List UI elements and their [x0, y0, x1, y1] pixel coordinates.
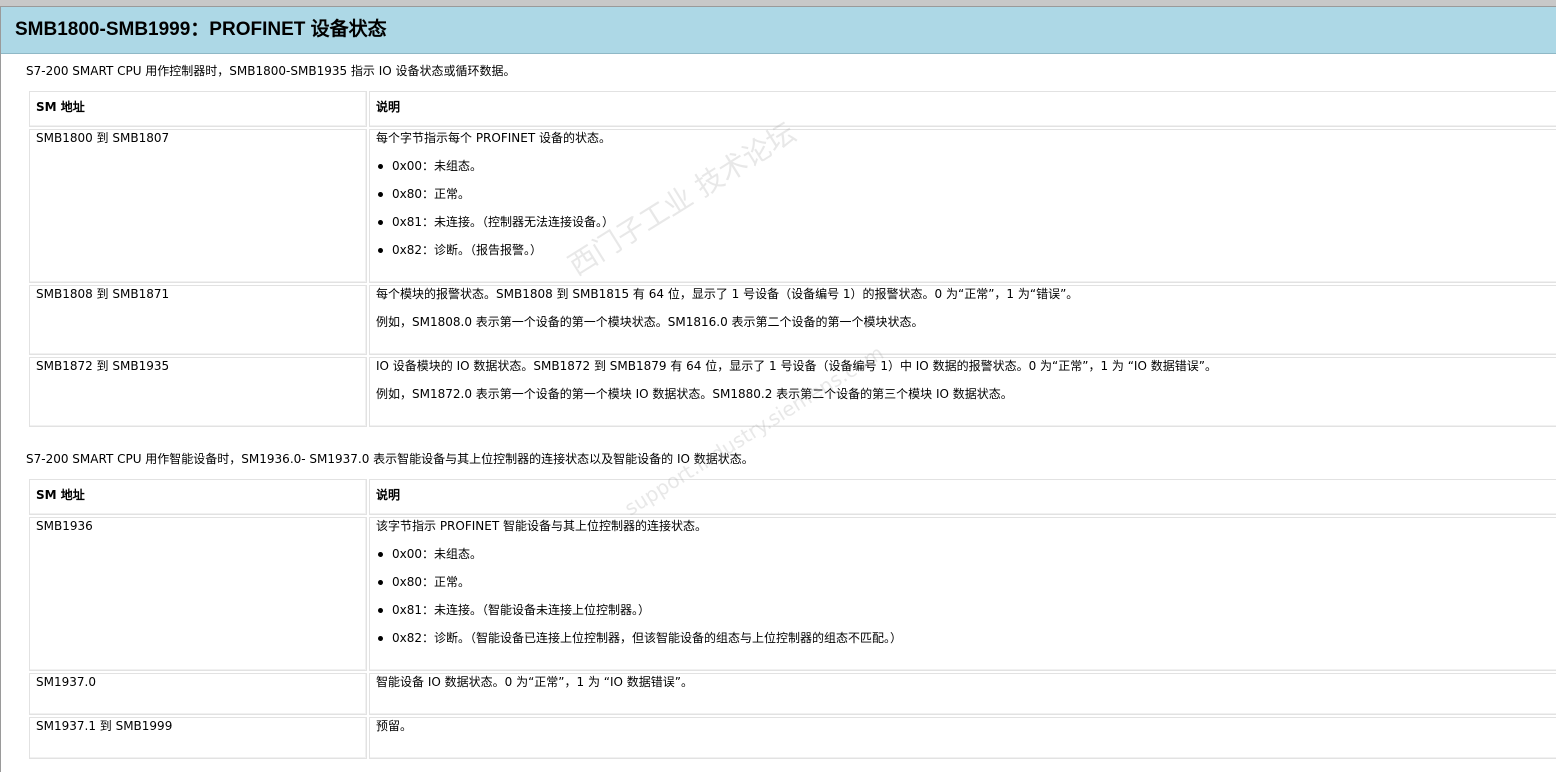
- list-item: 0x81：未连接。（控制器无法连接设备。）: [376, 214, 1556, 230]
- section2-intro: S7-200 SMART CPU 用作智能设备时，SM1936.0- SM193…: [26, 452, 754, 466]
- section1-intro: S7-200 SMART CPU 用作控制器时，SMB1800-SMB1935 …: [26, 64, 516, 78]
- description-cell: 每个字节指示每个 PROFINET 设备的状态。 0x00：未组态。 0x80：…: [369, 129, 1556, 283]
- sm-address: SMB1808 到 SMB1871: [36, 287, 170, 301]
- column-header-sm-address: SM 地址: [29, 479, 367, 515]
- sm-address: SM1937.0: [36, 675, 96, 689]
- status-list: 0x00：未组态。 0x80：正常。 0x81：未连接。（控制器无法连接设备。）…: [376, 158, 1556, 258]
- table-row: SM1937.0 智能设备 IO 数据状态。0 为“正常”，1 为 “IO 数据…: [29, 673, 1556, 715]
- sm-address-cell: SMB1936: [29, 517, 367, 671]
- sm-address-cell: SM1937.0: [29, 673, 367, 715]
- column-header-description: 说明: [369, 91, 1556, 127]
- table-row: SMB1872 到 SMB1935 IO 设备模块的 IO 数据状态。SMB18…: [29, 357, 1556, 427]
- description-text: 该字节指示 PROFINET 智能设备与其上位控制器的连接状态。: [376, 519, 707, 533]
- sm-address-cell: SMB1808 到 SMB1871: [29, 285, 367, 355]
- list-item: 0x81：未连接。（智能设备未连接上位控制器。）: [376, 602, 1556, 618]
- description-example: 例如，SM1872.0 表示第一个设备的第一个模块 IO 数据状态。SM1880…: [376, 387, 1013, 401]
- description-text: 每个字节指示每个 PROFINET 设备的状态。: [376, 131, 611, 145]
- sm-address-cell: SMB1800 到 SMB1807: [29, 129, 367, 283]
- description-cell: IO 设备模块的 IO 数据状态。SMB1872 到 SMB1879 有 64 …: [369, 357, 1556, 427]
- table-row: SM1937.1 到 SMB1999 预留。: [29, 717, 1556, 759]
- column-header-sm-address: SM 地址: [29, 91, 367, 127]
- list-item: 0x00：未组态。: [376, 546, 1556, 562]
- status-list: 0x00：未组态。 0x80：正常。 0x81：未连接。（智能设备未连接上位控制…: [376, 546, 1556, 646]
- table-header-row: SM 地址 说明: [29, 479, 1556, 515]
- section1-table: SM 地址 说明 SMB1800 到 SMB1807 每个字节指示每个 PROF…: [27, 89, 1556, 429]
- sm-address-cell: SMB1872 到 SMB1935: [29, 357, 367, 427]
- description-cell: 预留。: [369, 717, 1556, 759]
- page-header: SMB1800-SMB1999：PROFINET 设备状态: [1, 7, 1556, 54]
- description-example: 例如，SM1808.0 表示第一个设备的第一个模块状态。SM1816.0 表示第…: [376, 315, 924, 329]
- description-text: 智能设备 IO 数据状态。0 为“正常”，1 为 “IO 数据错误”。: [376, 675, 693, 689]
- description-cell: 每个模块的报警状态。SMB1808 到 SMB1815 有 64 位，显示了 1…: [369, 285, 1556, 355]
- top-frame-strip: [0, 0, 1556, 7]
- table-row: SMB1800 到 SMB1807 每个字节指示每个 PROFINET 设备的状…: [29, 129, 1556, 283]
- list-item: 0x80：正常。: [376, 186, 1556, 202]
- sm-address: SM1937.1 到 SMB1999: [36, 719, 173, 733]
- left-frame-border: [0, 6, 1, 772]
- description-cell: 智能设备 IO 数据状态。0 为“正常”，1 为 “IO 数据错误”。: [369, 673, 1556, 715]
- column-header-description: 说明: [369, 479, 1556, 515]
- list-item: 0x82：诊断。（智能设备已连接上位控制器，但该智能设备的组态与上位控制器的组态…: [376, 630, 1556, 646]
- list-item: 0x82：诊断。（报告报警。）: [376, 242, 1556, 258]
- table-row: SMB1808 到 SMB1871 每个模块的报警状态。SMB1808 到 SM…: [29, 285, 1556, 355]
- table-header-row: SM 地址 说明: [29, 91, 1556, 127]
- sm-address: SMB1936: [36, 519, 93, 533]
- description-text: 预留。: [376, 719, 413, 733]
- description-text: 每个模块的报警状态。SMB1808 到 SMB1815 有 64 位，显示了 1…: [376, 287, 1079, 301]
- list-item: 0x00：未组态。: [376, 158, 1556, 174]
- list-item: 0x80：正常。: [376, 574, 1556, 590]
- sm-address-cell: SM1937.1 到 SMB1999: [29, 717, 367, 759]
- description-cell: 该字节指示 PROFINET 智能设备与其上位控制器的连接状态。 0x00：未组…: [369, 517, 1556, 671]
- section2-table: SM 地址 说明 SMB1936 该字节指示 PROFINET 智能设备与其上位…: [27, 477, 1556, 761]
- sm-address: SMB1872 到 SMB1935: [36, 359, 170, 373]
- table-row: SMB1936 该字节指示 PROFINET 智能设备与其上位控制器的连接状态。…: [29, 517, 1556, 671]
- sm-address: SMB1800 到 SMB1807: [36, 131, 170, 145]
- description-text: IO 设备模块的 IO 数据状态。SMB1872 到 SMB1879 有 64 …: [376, 359, 1217, 373]
- page-title: SMB1800-SMB1999：PROFINET 设备状态: [15, 19, 387, 40]
